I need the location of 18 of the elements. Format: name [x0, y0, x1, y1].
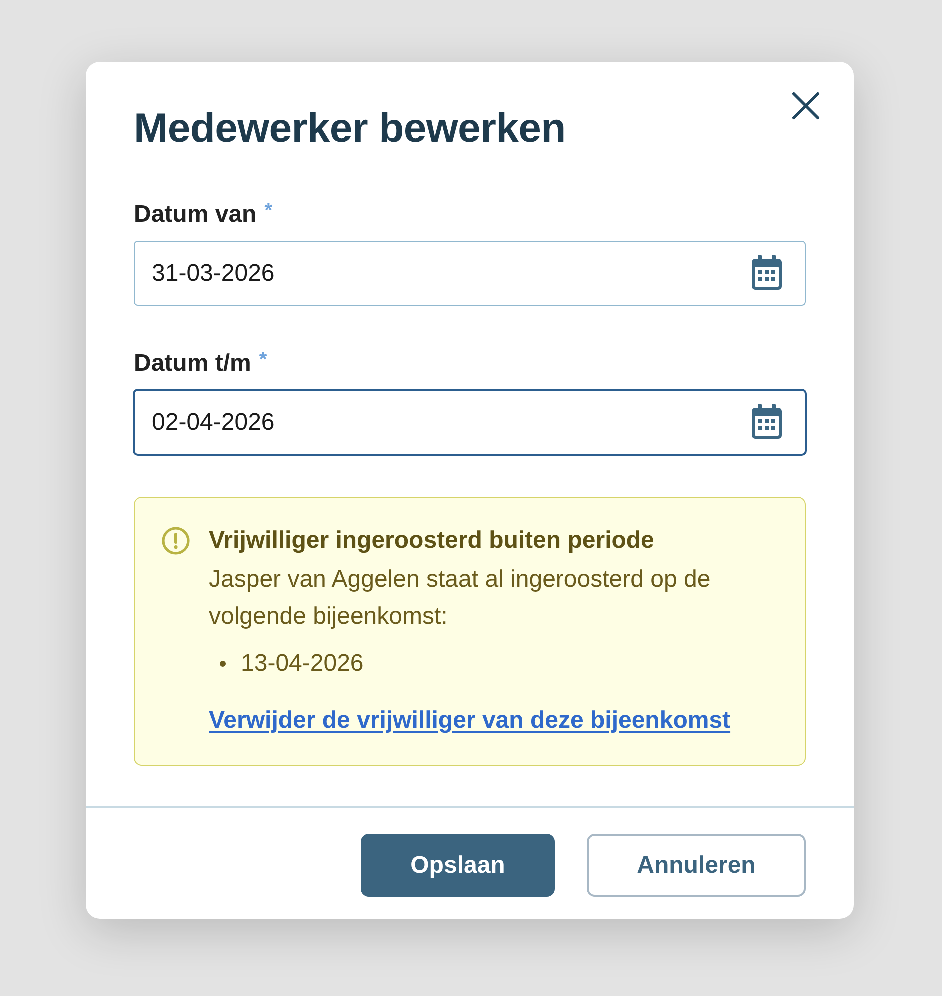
alert-message: Jasper van Aggelen staat al ingeroosterd op de volgende bijeenkomst: [209, 565, 712, 632]
alert-title: Vrijwilliger ingeroosterd buiten periode [209, 526, 656, 556]
dialog-title: Medewerker bewerken [134, 104, 566, 152]
date-input[interactable]: 02-04-2026 [134, 390, 806, 455]
date-input[interactable]: 31-03-2026 [134, 241, 806, 306]
exclamation-icon [162, 527, 190, 555]
required-asterisk: * [264, 201, 272, 221]
field-label: Datum t/m [134, 350, 252, 378]
bullet-icon [220, 661, 226, 667]
calendar-icon[interactable] [751, 255, 783, 291]
cancel-button[interactable]: Annuleren [587, 834, 806, 897]
close-icon[interactable] [792, 92, 820, 120]
required-asterisk: * [259, 350, 268, 370]
remove-volunteer-link[interactable]: Verwijder de vrijwilliger van deze bijeenkomst [209, 703, 731, 739]
save-button[interactable]: Opslaan [361, 834, 555, 897]
field-label: Datum van [134, 201, 257, 229]
date-item: 13-04-2026 [241, 649, 364, 679]
calendar-icon[interactable] [751, 404, 783, 440]
